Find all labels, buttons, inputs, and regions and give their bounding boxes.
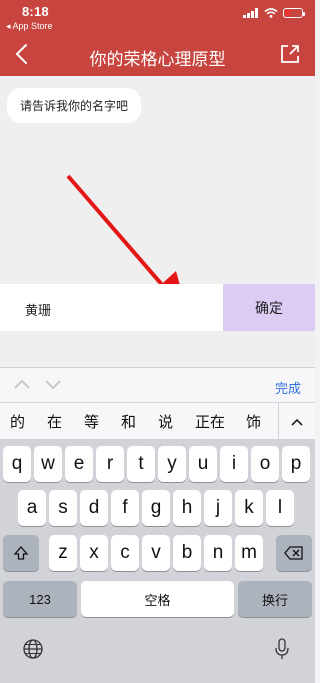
done-button[interactable]: 完成 <box>275 378 301 397</box>
key-b[interactable]: b <box>173 535 201 571</box>
key-i[interactable]: i <box>220 446 248 482</box>
key-n[interactable]: n <box>204 535 232 571</box>
battery-icon <box>283 8 305 18</box>
key-d[interactable]: d <box>80 490 108 526</box>
key-v[interactable]: v <box>142 535 170 571</box>
key-y[interactable]: y <box>158 446 186 482</box>
status-indicators <box>243 8 305 18</box>
status-time: 8:18 <box>22 4 49 19</box>
key-x[interactable]: x <box>80 535 108 571</box>
space-key[interactable]: 空格 <box>81 581 234 617</box>
key-c[interactable]: c <box>111 535 139 571</box>
top-bar: 8:18 ◂ App Store 你的荣格心理原型 <box>0 0 315 76</box>
chat-area: 请告诉我你的名字吧 <box>0 76 315 284</box>
delete-key[interactable] <box>276 535 312 571</box>
wifi-icon <box>264 8 278 18</box>
key-s[interactable]: s <box>49 490 77 526</box>
name-input-row: 黄珊 确定 <box>0 284 315 331</box>
candidate-item[interactable]: 和 <box>121 411 136 432</box>
globe-icon[interactable] <box>22 638 44 660</box>
name-input[interactable]: 黄珊 <box>25 300 51 319</box>
chevron-up-icon <box>291 418 303 426</box>
signal-icon <box>243 8 258 18</box>
candidate-item[interactable]: 说 <box>158 411 173 432</box>
key-l[interactable]: l <box>266 490 294 526</box>
key-a[interactable]: a <box>18 490 46 526</box>
microphone-icon[interactable] <box>274 637 290 661</box>
key-w[interactable]: w <box>34 446 62 482</box>
key-t[interactable]: t <box>127 446 155 482</box>
number-key[interactable]: 123 <box>3 581 77 617</box>
confirm-button[interactable]: 确定 <box>223 284 315 331</box>
shift-key[interactable] <box>3 535 39 571</box>
key-j[interactable]: j <box>204 490 232 526</box>
key-r[interactable]: r <box>96 446 124 482</box>
key-o[interactable]: o <box>251 446 279 482</box>
share-icon[interactable] <box>279 43 301 65</box>
arrow-annotation <box>66 174 180 284</box>
key-p[interactable]: p <box>282 446 310 482</box>
key-h[interactable]: h <box>173 490 201 526</box>
keyboard: 完成 的 在 等 和 说 正在 饰 q w e r t y u i o p a … <box>0 367 315 683</box>
chevron-down-icon[interactable] <box>45 377 61 391</box>
back-to-app-store[interactable]: ◂ App Store <box>6 21 53 32</box>
key-u[interactable]: u <box>189 446 217 482</box>
key-q[interactable]: q <box>3 446 31 482</box>
key-e[interactable]: e <box>65 446 93 482</box>
spacer <box>0 331 315 367</box>
key-z[interactable]: z <box>49 535 77 571</box>
key-m[interactable]: m <box>235 535 263 571</box>
candidate-item[interactable]: 的 <box>10 411 25 432</box>
shift-icon <box>13 546 29 560</box>
candidate-item[interactable]: 等 <box>84 411 99 432</box>
key-f[interactable]: f <box>111 490 139 526</box>
candidate-item[interactable]: 正在 <box>195 411 225 432</box>
delete-icon <box>284 546 303 560</box>
chevron-up-icon[interactable] <box>14 377 30 391</box>
expand-candidates-button[interactable] <box>278 403 315 440</box>
candidate-item[interactable]: 饰 <box>246 411 261 432</box>
page-title: 你的荣格心理原型 <box>89 50 226 69</box>
key-k[interactable]: k <box>235 490 263 526</box>
candidate-bar: 的 在 等 和 说 正在 饰 <box>0 402 315 440</box>
keyboard-toolbar: 完成 <box>0 367 315 402</box>
key-g[interactable]: g <box>142 490 170 526</box>
return-key[interactable]: 换行 <box>238 581 312 617</box>
candidate-item[interactable]: 在 <box>47 411 62 432</box>
